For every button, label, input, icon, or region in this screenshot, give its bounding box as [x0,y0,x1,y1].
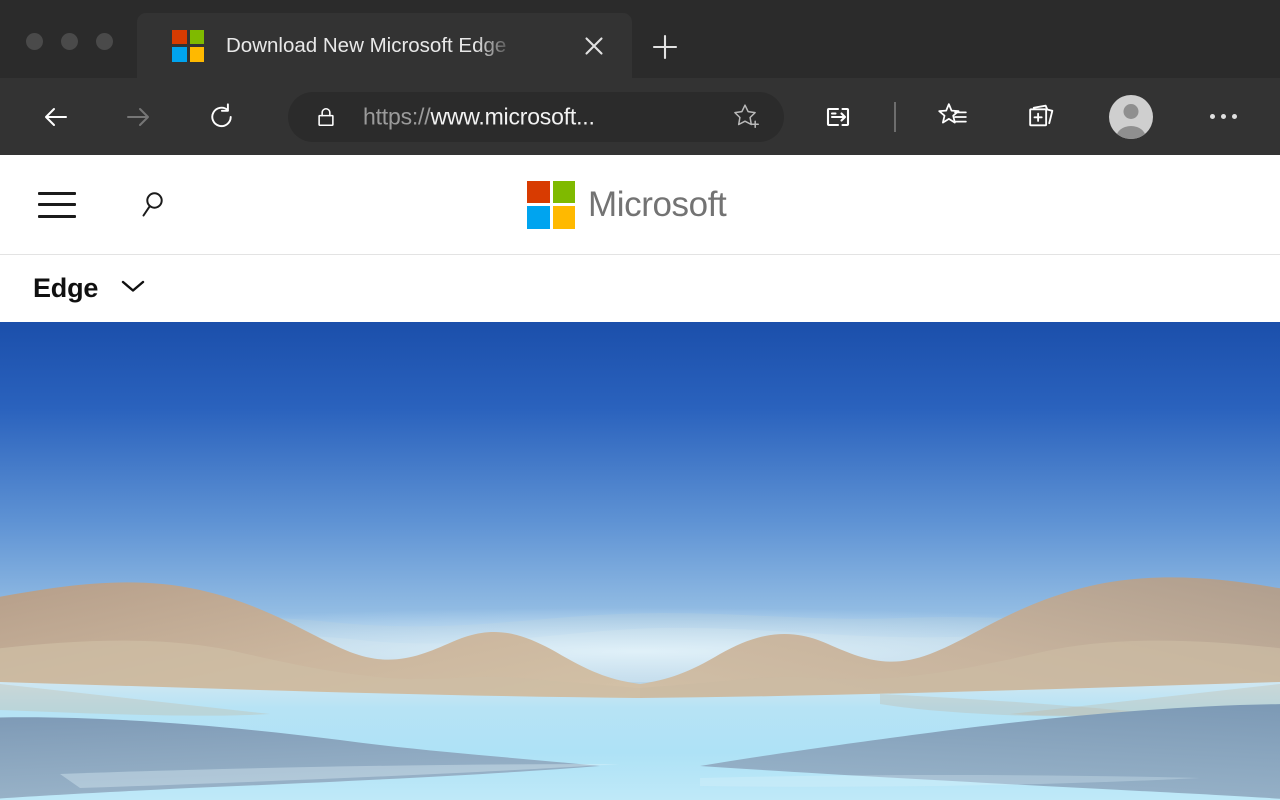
microsoft-brand-logo[interactable]: Microsoft [527,180,727,229]
url-host: www.microsoft... [430,103,595,129]
hamburger-menu-icon[interactable] [38,191,76,218]
chevron-down-icon[interactable] [118,277,148,300]
minimize-window-button[interactable] [61,33,78,50]
maximize-window-button[interactable] [96,33,113,50]
page-content: Microsoft Edge [0,155,1280,800]
close-window-button[interactable] [26,33,43,50]
hero-image [0,322,1280,800]
microsoft-logo-icon [527,180,575,229]
tab-title: Download New Microsoft Edge [226,33,507,57]
product-subnav: Edge [0,255,1280,322]
lock-icon [315,106,337,128]
ellipsis-icon [1209,114,1237,119]
window-controls [26,33,113,50]
microsoft-wordmark: Microsoft [588,184,727,224]
microsoft-logo-icon [172,29,204,62]
settings-and-more-button[interactable] [1200,94,1246,140]
search-icon[interactable] [134,187,170,223]
collections-button[interactable] [1018,94,1064,140]
new-tab-button[interactable] [648,30,682,64]
hero-landscape-illustration [0,322,1280,800]
close-tab-button[interactable] [579,31,609,61]
address-bar-url[interactable]: https://www.microsoft... [363,103,595,130]
tab-active[interactable]: Download New Microsoft Edge [137,13,632,78]
browser-toolbar: https://www.microsoft... [0,78,1280,239]
microsoft-global-header: Microsoft [0,155,1280,255]
forward-button[interactable] [115,94,161,140]
reload-button[interactable] [198,94,244,140]
tab-strip: Download New Microsoft Edge [0,0,1280,78]
browser-chrome: Download New Microsoft Edge https://www.… [0,0,1280,239]
profile-button[interactable] [1108,94,1154,140]
subnav-edge-dropdown[interactable]: Edge [33,273,148,304]
back-button[interactable] [33,94,79,140]
toolbar-separator [894,101,896,132]
url-scheme: https:// [363,103,431,129]
favorites-button[interactable] [930,94,976,140]
avatar [1109,94,1153,139]
add-favorite-star-icon[interactable] [732,102,762,132]
browser-window: Download New Microsoft Edge https://www.… [0,0,1280,800]
immersive-reader-button[interactable] [815,94,861,140]
address-bar[interactable]: https://www.microsoft... [288,91,784,142]
page-title: Edge [33,273,99,303]
